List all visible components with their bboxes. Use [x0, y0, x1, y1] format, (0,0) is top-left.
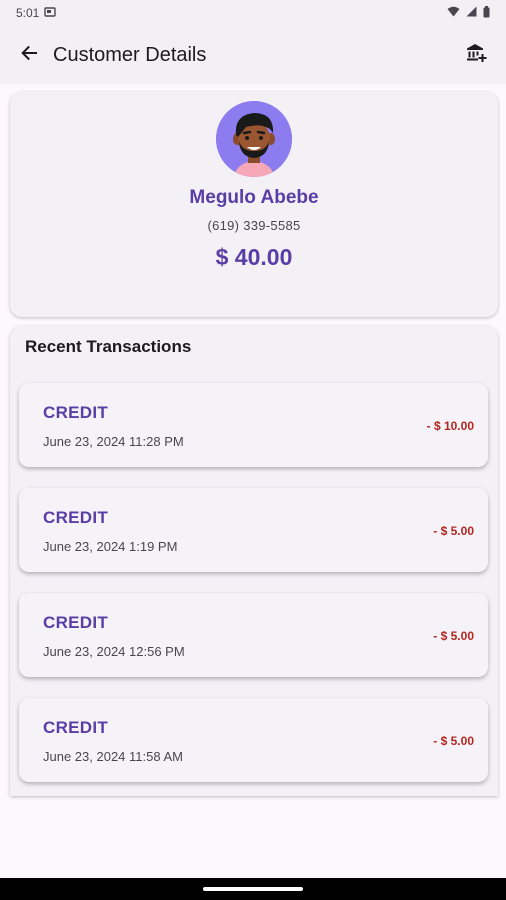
- system-nav-bar: [0, 878, 506, 900]
- arrow-back-icon: [20, 44, 38, 67]
- status-right: [447, 5, 490, 21]
- transaction-type: CREDIT: [43, 403, 109, 422]
- transaction-card[interactable]: CREDIT June 23, 2024 12:56 PM - $ 5.00: [19, 593, 488, 677]
- bank-icon: [465, 42, 487, 69]
- status-left: 5:01: [16, 6, 57, 20]
- screenshot-icon: [44, 6, 57, 20]
- transaction-date: June 23, 2024 11:28 PM: [43, 434, 184, 449]
- transaction-type: CREDIT: [43, 613, 109, 632]
- transaction-date: June 23, 2024 1:19 PM: [43, 539, 178, 554]
- battery-icon: [483, 5, 490, 21]
- transaction-card[interactable]: CREDIT June 23, 2024 1:19 PM - $ 5.00: [19, 488, 488, 572]
- customer-profile-card: Megulo Abebe (619) 339-5585 $ 40.00: [10, 92, 498, 317]
- transaction-card[interactable]: CREDIT June 23, 2024 11:28 PM - $ 10.00: [19, 383, 488, 467]
- home-gesture-handle[interactable]: [203, 887, 303, 891]
- avatar: [216, 101, 292, 177]
- customer-phone: (619) 339-5585: [207, 218, 301, 233]
- signal-icon: [466, 6, 477, 20]
- wifi-icon: [447, 6, 460, 20]
- transaction-card[interactable]: CREDIT June 23, 2024 11:58 AM - $ 5.00: [19, 698, 488, 782]
- transactions-panel: Recent Transactions CREDIT June 23, 2024…: [10, 326, 498, 796]
- app-bar: Customer Details: [0, 26, 506, 84]
- page-title: Customer Details: [53, 43, 207, 66]
- transaction-type: CREDIT: [43, 718, 109, 737]
- back-button[interactable]: [9, 35, 49, 75]
- transaction-amount: - $ 5.00: [433, 524, 474, 538]
- transaction-type: CREDIT: [43, 508, 109, 527]
- transaction-amount: - $ 10.00: [426, 419, 474, 433]
- transaction-amount: - $ 5.00: [433, 629, 474, 643]
- status-bar: 5:01: [0, 0, 506, 26]
- transaction-amount: - $ 5.00: [433, 734, 474, 748]
- status-time: 5:01: [16, 6, 40, 20]
- transaction-date: June 23, 2024 11:58 AM: [43, 749, 183, 764]
- customer-name: Megulo Abebe: [189, 187, 319, 208]
- transaction-date: June 23, 2024 12:56 PM: [43, 644, 185, 659]
- bank-button[interactable]: [456, 35, 496, 75]
- transactions-heading: Recent Transactions: [25, 337, 192, 356]
- customer-balance: $ 40.00: [215, 244, 293, 270]
